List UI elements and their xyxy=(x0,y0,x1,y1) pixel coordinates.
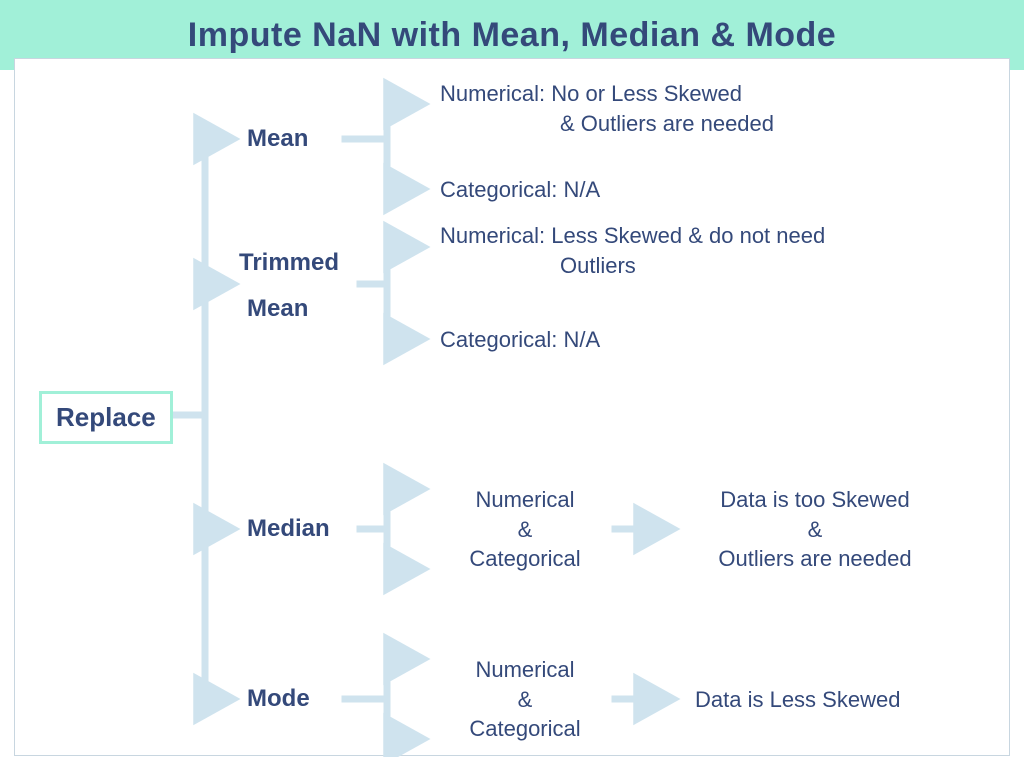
median-types-l2: & xyxy=(518,517,533,542)
trimmed-categorical: Categorical: N/A xyxy=(440,325,600,355)
diagram-canvas: Replace Mean Numerical: No or Less Skewe… xyxy=(14,58,1010,756)
trimmed-numerical-l2: Outliers xyxy=(440,253,636,278)
median-cond-l2: & xyxy=(808,517,823,542)
mode-condition: Data is Less Skewed xyxy=(695,685,900,715)
mean-numerical-l2: & Outliers are needed xyxy=(440,111,774,136)
trimmed-numerical-l1: Numerical: Less Skewed & do not need xyxy=(440,223,825,248)
mean-numerical-l1: Numerical: No or Less Skewed xyxy=(440,81,742,106)
mean-numerical: Numerical: No or Less Skewed & Outliers … xyxy=(440,79,774,138)
method-median: Median xyxy=(247,513,330,545)
mode-types-l1: Numerical xyxy=(475,657,574,682)
mode-types: Numerical & Categorical xyxy=(445,655,605,744)
method-mean: Mean xyxy=(247,123,308,155)
root-replace: Replace xyxy=(39,391,173,444)
mode-types-l3: Categorical xyxy=(469,716,580,741)
mode-types-l2: & xyxy=(518,687,533,712)
median-types-l3: Categorical xyxy=(469,546,580,571)
median-condition: Data is too Skewed & Outliers are needed xyxy=(685,485,945,574)
median-cond-l3: Outliers are needed xyxy=(718,546,911,571)
median-cond-l1: Data is too Skewed xyxy=(720,487,910,512)
method-mode: Mode xyxy=(247,683,310,715)
method-trimmed-l2: Mean xyxy=(247,293,308,325)
mean-categorical: Categorical: N/A xyxy=(440,175,600,205)
median-types: Numerical & Categorical xyxy=(445,485,605,574)
trimmed-numerical: Numerical: Less Skewed & do not need Out… xyxy=(440,221,825,280)
method-trimmed-l1: Trimmed xyxy=(239,247,339,279)
page-title: Impute NaN with Mean, Median & Mode xyxy=(188,16,836,55)
median-types-l1: Numerical xyxy=(475,487,574,512)
